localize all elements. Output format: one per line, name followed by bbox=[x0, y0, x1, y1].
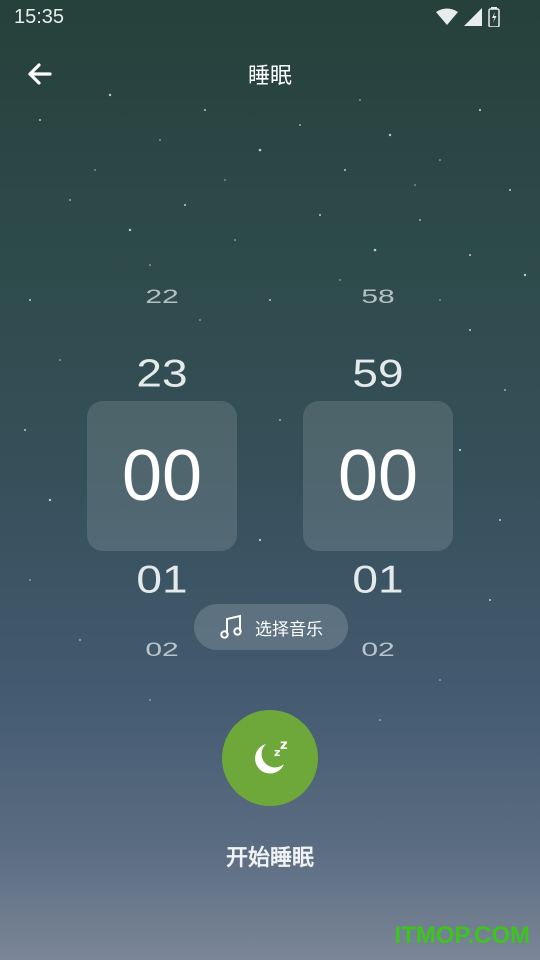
svg-text:z: z bbox=[280, 738, 288, 753]
music-note-icon bbox=[220, 614, 242, 639]
page-title: 睡眠 bbox=[247, 64, 292, 89]
status-bar: 15:35 bbox=[0, 0, 540, 36]
minute-option-below[interactable]: 01 bbox=[303, 556, 453, 602]
start-sleep-label[interactable]: 开始睡眠 bbox=[0, 840, 540, 872]
minute-option-above[interactable]: 59 bbox=[303, 350, 453, 396]
hour-selected-value[interactable]: 00 bbox=[87, 440, 237, 512]
battery-icon bbox=[488, 7, 500, 27]
hour-option-far-above[interactable]: 22 bbox=[87, 286, 237, 308]
wifi-icon bbox=[436, 8, 458, 25]
select-music-label: 选择音乐 bbox=[255, 619, 323, 640]
minute-option-far-above[interactable]: 58 bbox=[303, 286, 453, 308]
status-icons bbox=[436, 7, 500, 27]
starfield-background bbox=[24, 93, 527, 721]
top-bar: 睡眠 bbox=[0, 50, 540, 98]
status-time: 15:35 bbox=[14, 6, 65, 28]
hour-option-above[interactable]: 23 bbox=[87, 350, 237, 396]
signal-icon bbox=[464, 8, 482, 26]
start-sleep-button[interactable]: z z bbox=[222, 710, 318, 806]
hour-option-below[interactable]: 01 bbox=[87, 556, 237, 602]
minute-selected-value[interactable]: 00 bbox=[303, 440, 453, 512]
select-music-button[interactable]: 选择音乐 bbox=[194, 604, 348, 650]
watermark: ITMOP.COM bbox=[394, 922, 530, 949]
moon-zzz-icon: z z bbox=[255, 738, 288, 774]
